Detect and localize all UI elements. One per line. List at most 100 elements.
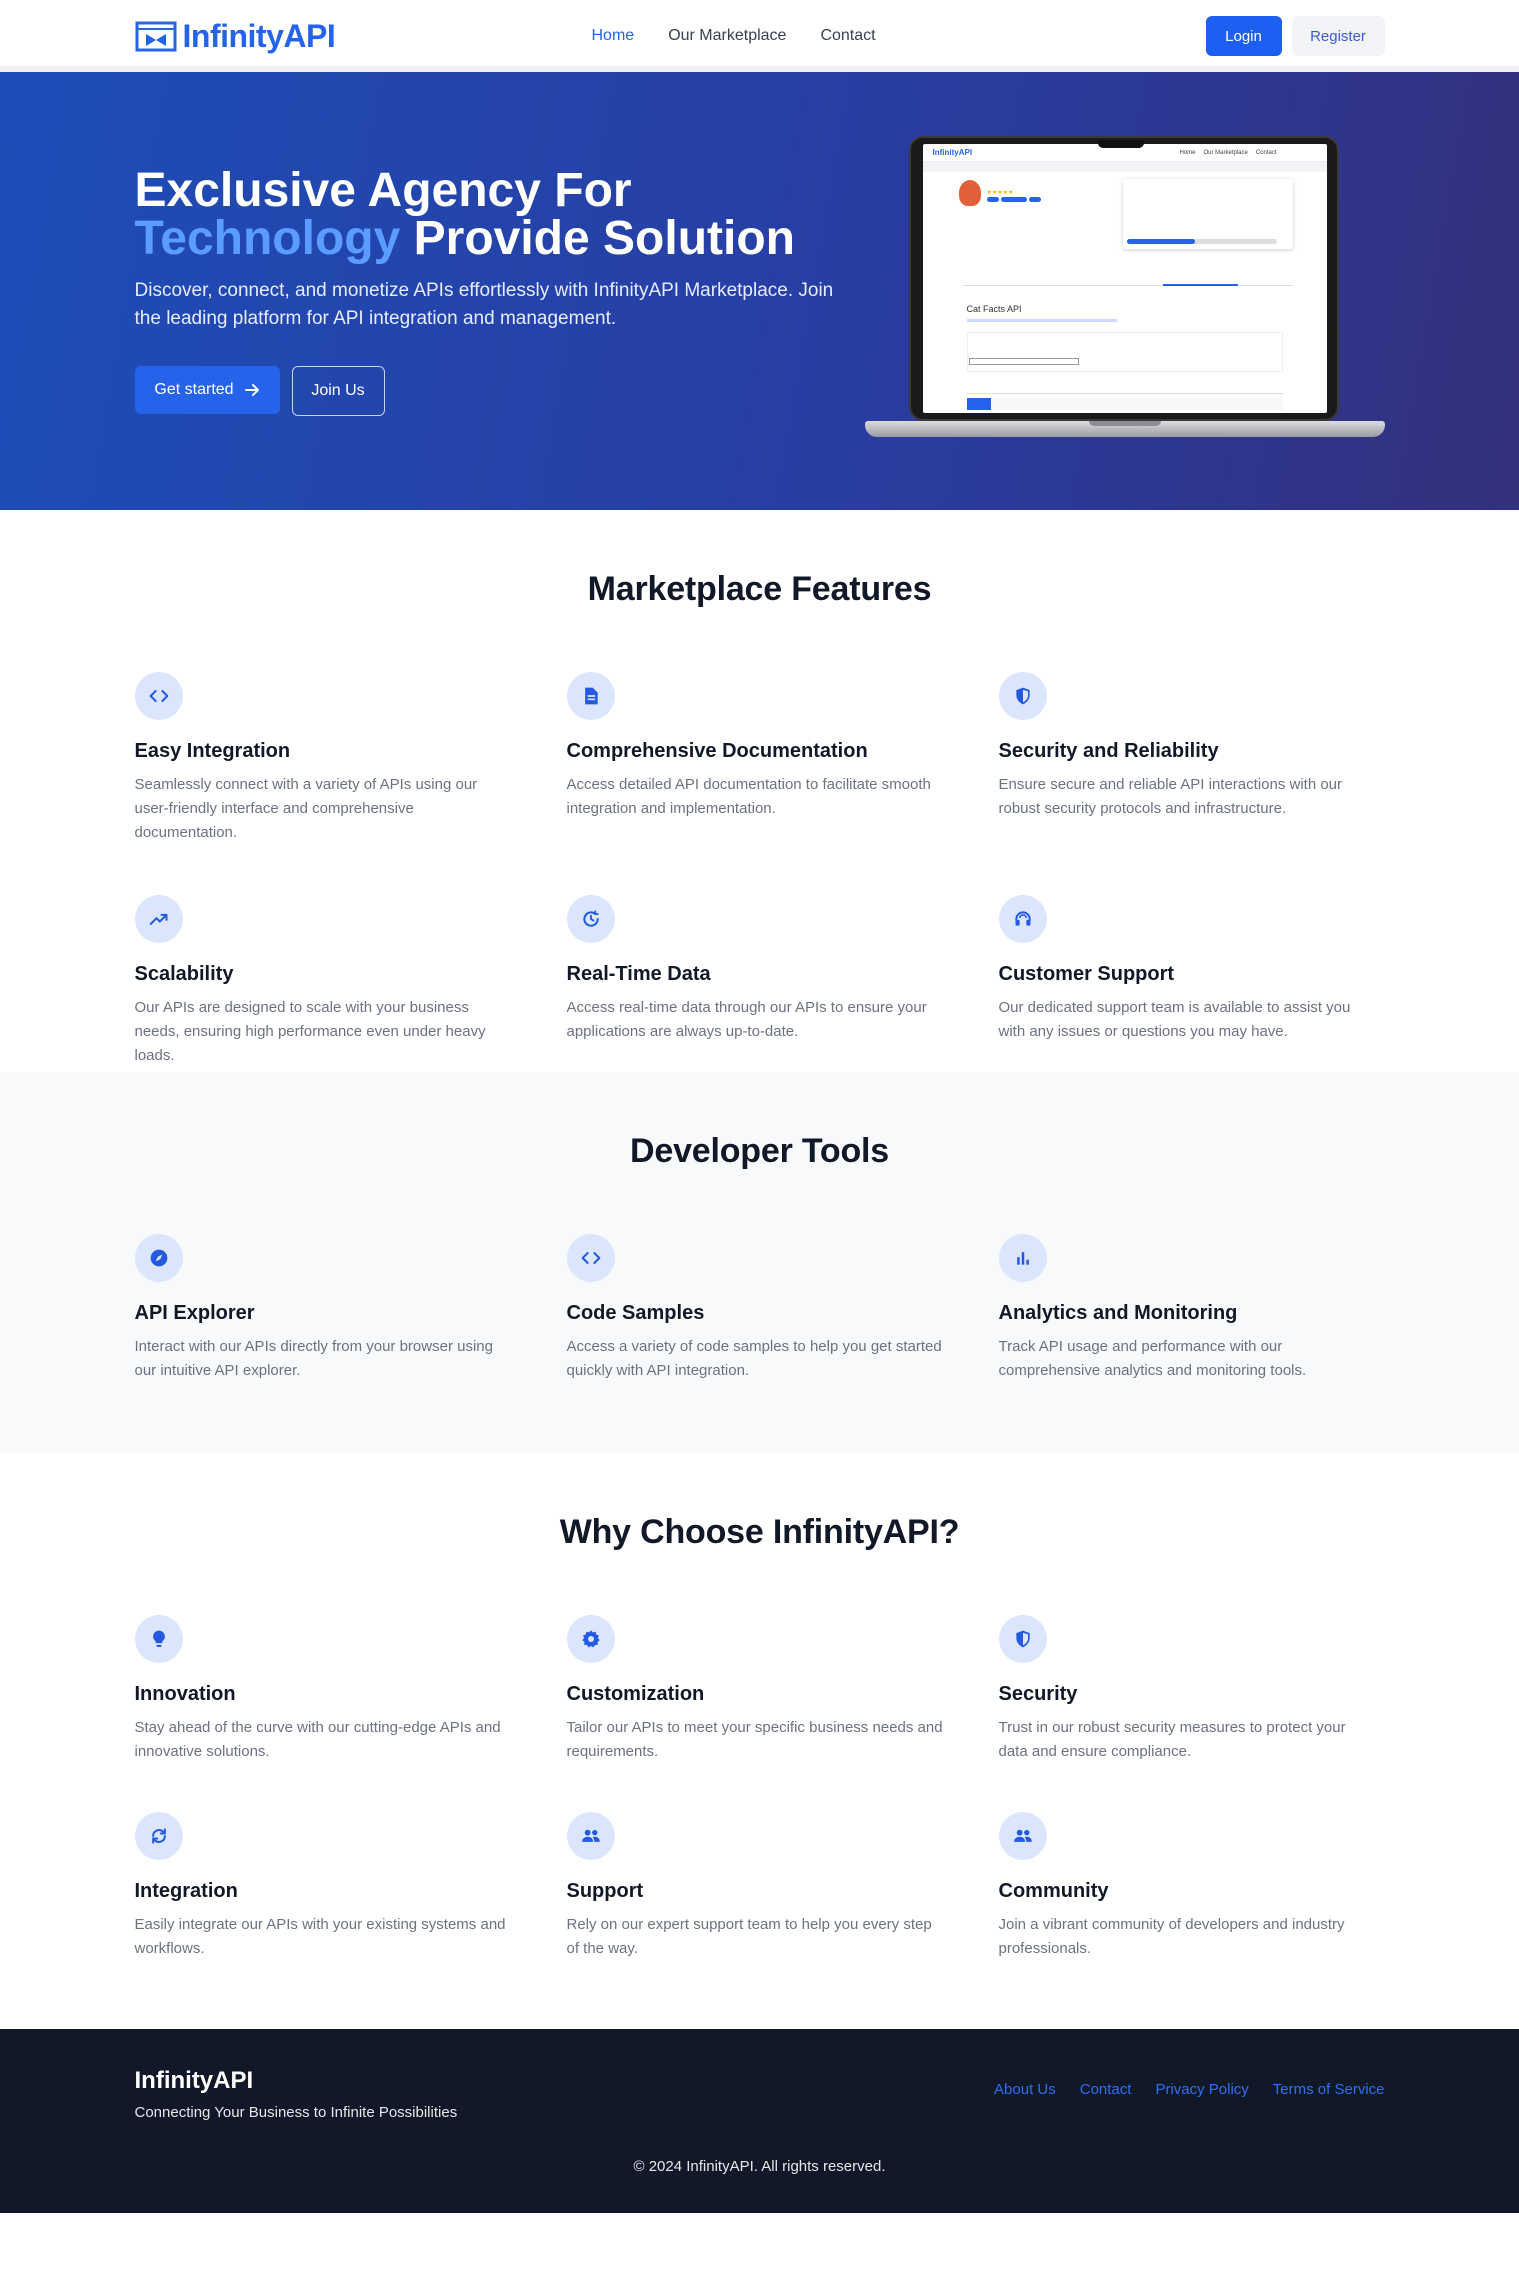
compass-icon xyxy=(134,1234,183,1282)
main-nav: Home Our Marketplace Contact xyxy=(592,27,876,45)
brand-name: InfinityAPI xyxy=(182,17,336,54)
why-grid: Innovation Stay ahead of the curve with … xyxy=(134,1615,1385,1961)
feature-title: Scalability xyxy=(134,963,234,985)
trending-up-icon xyxy=(134,895,183,943)
mockup-nav-links: Home Our Marketplace Contact xyxy=(1179,150,1276,156)
reason-title: Integration xyxy=(134,1880,238,1902)
get-started-label: Get started xyxy=(154,381,234,398)
logo-icon xyxy=(135,21,176,52)
refresh-clock-icon xyxy=(566,895,615,943)
site-footer: InfinityAPI Connecting Your Business to … xyxy=(0,2029,1519,2213)
feature-title: Easy Integration xyxy=(134,740,291,762)
get-started-button[interactable]: Get started xyxy=(134,366,280,414)
mockup-tags xyxy=(986,197,1041,202)
reason-desc: Tailor our APIs to meet your specific bu… xyxy=(566,1719,943,1760)
mockup-nav-link: Our Marketplace xyxy=(1203,149,1248,156)
reason-desc: Easily integrate our APIs with your exis… xyxy=(134,1916,506,1957)
people-icon xyxy=(998,1812,1047,1860)
mockup-tabs xyxy=(962,274,1293,286)
tool-card: API Explorer Interact with our APIs dire… xyxy=(134,1234,567,1383)
code-icon xyxy=(566,1234,615,1282)
join-us-button[interactable]: Join Us xyxy=(291,366,385,416)
mockup-breadcrumb xyxy=(922,162,1327,172)
reason-card: Integration Easily integrate our APIs wi… xyxy=(134,1812,567,1961)
laptop-screen: InfinityAPI Home Our Marketplace Contact… xyxy=(922,144,1327,413)
mockup-url-line xyxy=(966,319,1117,322)
hero-section: Exclusive Agency For Technology Provide … xyxy=(0,72,1519,510)
arrow-right-icon xyxy=(244,384,259,396)
reason-desc: Join a vibrant community of developers a… xyxy=(998,1916,1345,1957)
brand-logo[interactable]: InfinityAPI xyxy=(135,18,336,55)
feature-title: Real-Time Data xyxy=(566,963,711,985)
footer-link-contact[interactable]: Contact xyxy=(1080,2081,1132,2098)
bar-chart-icon xyxy=(998,1234,1047,1282)
tool-card: Code Samples Access a variety of code sa… xyxy=(566,1234,999,1383)
footer-brand: InfinityAPI xyxy=(134,2067,254,2094)
mockup-input xyxy=(968,358,1079,365)
gear-icon xyxy=(566,1615,615,1663)
hero-title-highlight: Technology xyxy=(134,212,401,265)
footer-link-privacy[interactable]: Privacy Policy xyxy=(1155,2081,1248,2098)
reason-desc: Trust in our robust security measures to… xyxy=(998,1719,1346,1760)
nav-link-marketplace[interactable]: Our Marketplace xyxy=(668,27,786,45)
mockup-product-title: Cat API xyxy=(986,180,1012,187)
nav-link-home[interactable]: Home xyxy=(592,27,635,45)
code-icon xyxy=(134,672,183,720)
reason-card: Customization Tailor our APIs to meet yo… xyxy=(566,1615,999,1764)
reason-card: Innovation Stay ahead of the curve with … xyxy=(134,1615,567,1764)
feature-desc: Ensure secure and reliable API interacti… xyxy=(998,776,1343,817)
shield-icon xyxy=(998,1615,1047,1663)
reason-card: Security Trust in our robust security me… xyxy=(998,1615,1385,1764)
laptop-notch xyxy=(1097,140,1144,148)
feature-card: Customer Support Our dedicated support t… xyxy=(998,895,1385,1068)
mockup-row xyxy=(966,398,1283,410)
features-title: Marketplace Features xyxy=(587,570,932,608)
features-grid: Easy Integration Seamlessly connect with… xyxy=(134,672,1385,1068)
register-button[interactable]: Register xyxy=(1291,16,1385,56)
sync-icon xyxy=(134,1812,183,1860)
tools-grid: API Explorer Interact with our APIs dire… xyxy=(134,1234,1385,1383)
reason-title: Community xyxy=(998,1880,1109,1902)
feature-title: Customer Support xyxy=(998,963,1175,985)
footer-link-about[interactable]: About Us xyxy=(994,2081,1056,2098)
features-section: Marketplace Features Easy Integration Se… xyxy=(0,510,1519,1072)
login-button[interactable]: Login xyxy=(1205,16,1282,56)
shield-icon xyxy=(998,672,1047,720)
hero-title-line1: Exclusive Agency For xyxy=(134,164,632,217)
footer-links: About Us Contact Privacy Policy Terms of… xyxy=(994,2081,1384,2098)
tool-desc: Track API usage and performance with our… xyxy=(998,1338,1307,1379)
footer-link-terms[interactable]: Terms of Service xyxy=(1273,2081,1385,2098)
laptop-lip xyxy=(1088,421,1161,426)
feature-title: Security and Reliability xyxy=(998,740,1219,762)
tools-title: Developer Tools xyxy=(630,1132,889,1170)
footer-tagline: Connecting Your Business to Infinite Pos… xyxy=(134,2104,458,2121)
cat-illustration xyxy=(958,180,981,206)
feature-card: Scalability Our APIs are designed to sca… xyxy=(134,895,567,1068)
hero-subtitle: Discover, connect, and monetize APIs eff… xyxy=(134,280,834,329)
mockup-request-box xyxy=(966,332,1283,372)
footer-copyright: © 2024 InfinityAPI. All rights reserved. xyxy=(633,2158,886,2175)
reason-desc: Stay ahead of the curve with our cutting… xyxy=(134,1719,501,1760)
reason-title: Security xyxy=(998,1683,1078,1705)
reason-title: Customization xyxy=(566,1683,705,1705)
lightbulb-icon xyxy=(134,1615,183,1663)
nav-link-contact[interactable]: Contact xyxy=(820,27,875,45)
tool-title: Analytics and Monitoring xyxy=(998,1302,1238,1324)
tool-desc: Access a variety of code samples to help… xyxy=(566,1338,942,1379)
mockup-nav-link: Home xyxy=(1179,149,1196,156)
feature-desc: Our dedicated support team is available … xyxy=(998,999,1351,1040)
feature-desc: Access real-time data through our APIs t… xyxy=(566,999,927,1040)
tool-title: Code Samples xyxy=(566,1302,705,1324)
why-title: Why Choose InfinityAPI? xyxy=(559,1513,960,1551)
laptop-mockup: InfinityAPI Home Our Marketplace Contact… xyxy=(864,136,1385,446)
reason-card: Support Rely on our expert support team … xyxy=(566,1812,999,1961)
hero-title: Exclusive Agency For Technology Provide … xyxy=(135,167,795,263)
feature-desc: Our APIs are designed to scale with your… xyxy=(134,999,486,1064)
feature-card: Easy Integration Seamlessly connect with… xyxy=(134,672,567,845)
hero-actions: Get started Join Us xyxy=(134,366,385,416)
star-rating-icon: ★★★★★ xyxy=(986,190,1014,196)
tool-desc: Interact with our APIs directly from you… xyxy=(134,1338,493,1379)
reason-title: Support xyxy=(566,1880,644,1902)
feature-desc: Access detailed API documentation to fac… xyxy=(566,776,931,817)
mockup-nav-link: Contact xyxy=(1255,149,1277,156)
